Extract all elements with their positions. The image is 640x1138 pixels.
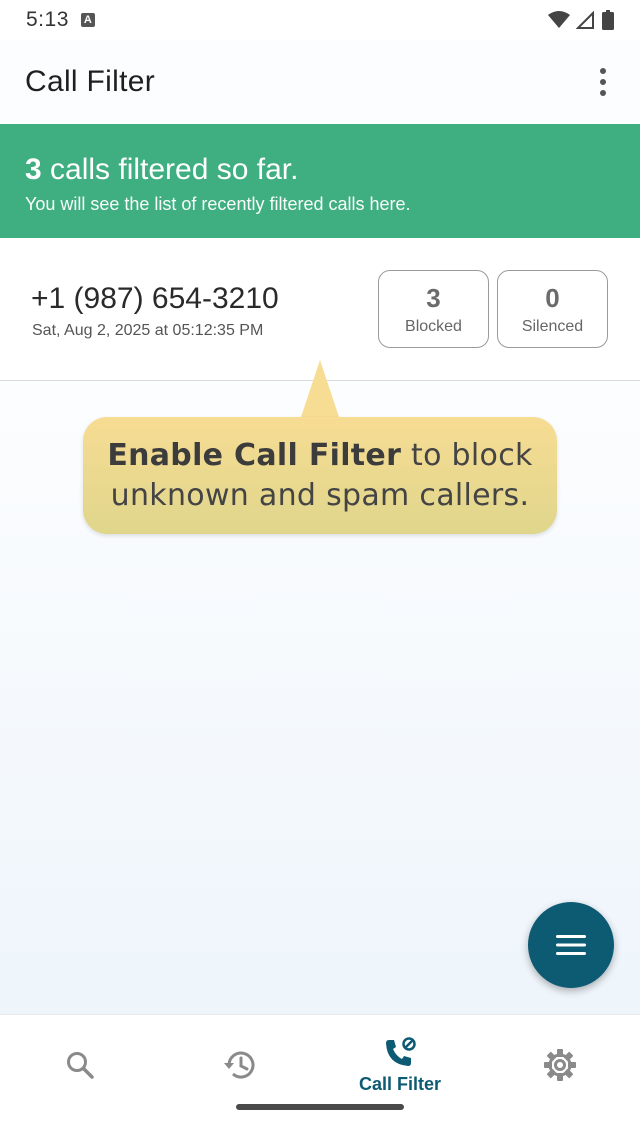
app-bar: Call Filter bbox=[0, 40, 640, 124]
silenced-count: 0 bbox=[545, 283, 560, 313]
blocked-count-box: 3 Blocked bbox=[378, 270, 489, 348]
status-icons bbox=[548, 10, 614, 30]
history-icon bbox=[224, 1051, 255, 1079]
battery-icon bbox=[602, 10, 614, 30]
gear-icon bbox=[544, 1049, 576, 1081]
status-time: 5:13 bbox=[26, 8, 69, 31]
silenced-count-box: 0 Silenced bbox=[497, 270, 608, 348]
nav-call-filter-label: Call Filter bbox=[358, 1073, 442, 1094]
tooltip-bold-text: Enable Call Filter bbox=[107, 437, 402, 473]
banner-headline: 3 calls filtered so far. bbox=[25, 152, 615, 188]
banner-subtitle: You will see the list of recently filter… bbox=[25, 194, 411, 214]
blocked-label: Blocked bbox=[405, 318, 462, 335]
banner-headline-text: calls filtered so far. bbox=[41, 153, 299, 186]
bottom-navigation: Call Filter bbox=[0, 1014, 640, 1138]
nav-call-filter[interactable]: Call Filter bbox=[320, 1015, 480, 1115]
content-area: +1 (987) 654-3210 Sat, Aug 2, 2025 at 05… bbox=[0, 238, 640, 1014]
nav-history[interactable] bbox=[160, 1015, 320, 1115]
wifi-icon bbox=[548, 11, 570, 28]
tooltip-text: to block bbox=[401, 437, 533, 473]
call-date: Sat, Aug 2, 2025 at 05:12:35 PM bbox=[32, 322, 264, 339]
page-title: Call Filter bbox=[25, 65, 155, 98]
notification-badge-icon: A bbox=[80, 13, 95, 27]
home-indicator[interactable] bbox=[236, 1104, 404, 1110]
call-filter-icon bbox=[386, 1036, 416, 1066]
caller-number: +1 (987) 654-3210 bbox=[31, 282, 279, 315]
tooltip-arrow bbox=[300, 360, 340, 420]
more-options-icon[interactable] bbox=[591, 62, 615, 102]
enable-call-filter-tooltip[interactable]: Enable Call Filter to block unknown and … bbox=[83, 417, 557, 534]
menu-icon bbox=[556, 935, 586, 955]
blocked-count: 3 bbox=[426, 283, 441, 313]
filtered-summary-banner: 3 calls filtered so far. You will see th… bbox=[0, 124, 640, 238]
nav-search[interactable] bbox=[0, 1015, 160, 1115]
silenced-label: Silenced bbox=[521, 318, 584, 335]
tooltip-line-2: unknown and spam callers. bbox=[110, 477, 530, 513]
tooltip-line-1: Enable Call Filter to block bbox=[107, 436, 532, 476]
status-bar: 5:13 A bbox=[0, 0, 640, 40]
cell-signal-icon bbox=[576, 11, 594, 29]
filtered-count: 3 bbox=[25, 153, 42, 186]
nav-settings[interactable] bbox=[480, 1015, 640, 1115]
search-icon bbox=[67, 1052, 94, 1079]
menu-fab-button[interactable] bbox=[528, 902, 614, 988]
